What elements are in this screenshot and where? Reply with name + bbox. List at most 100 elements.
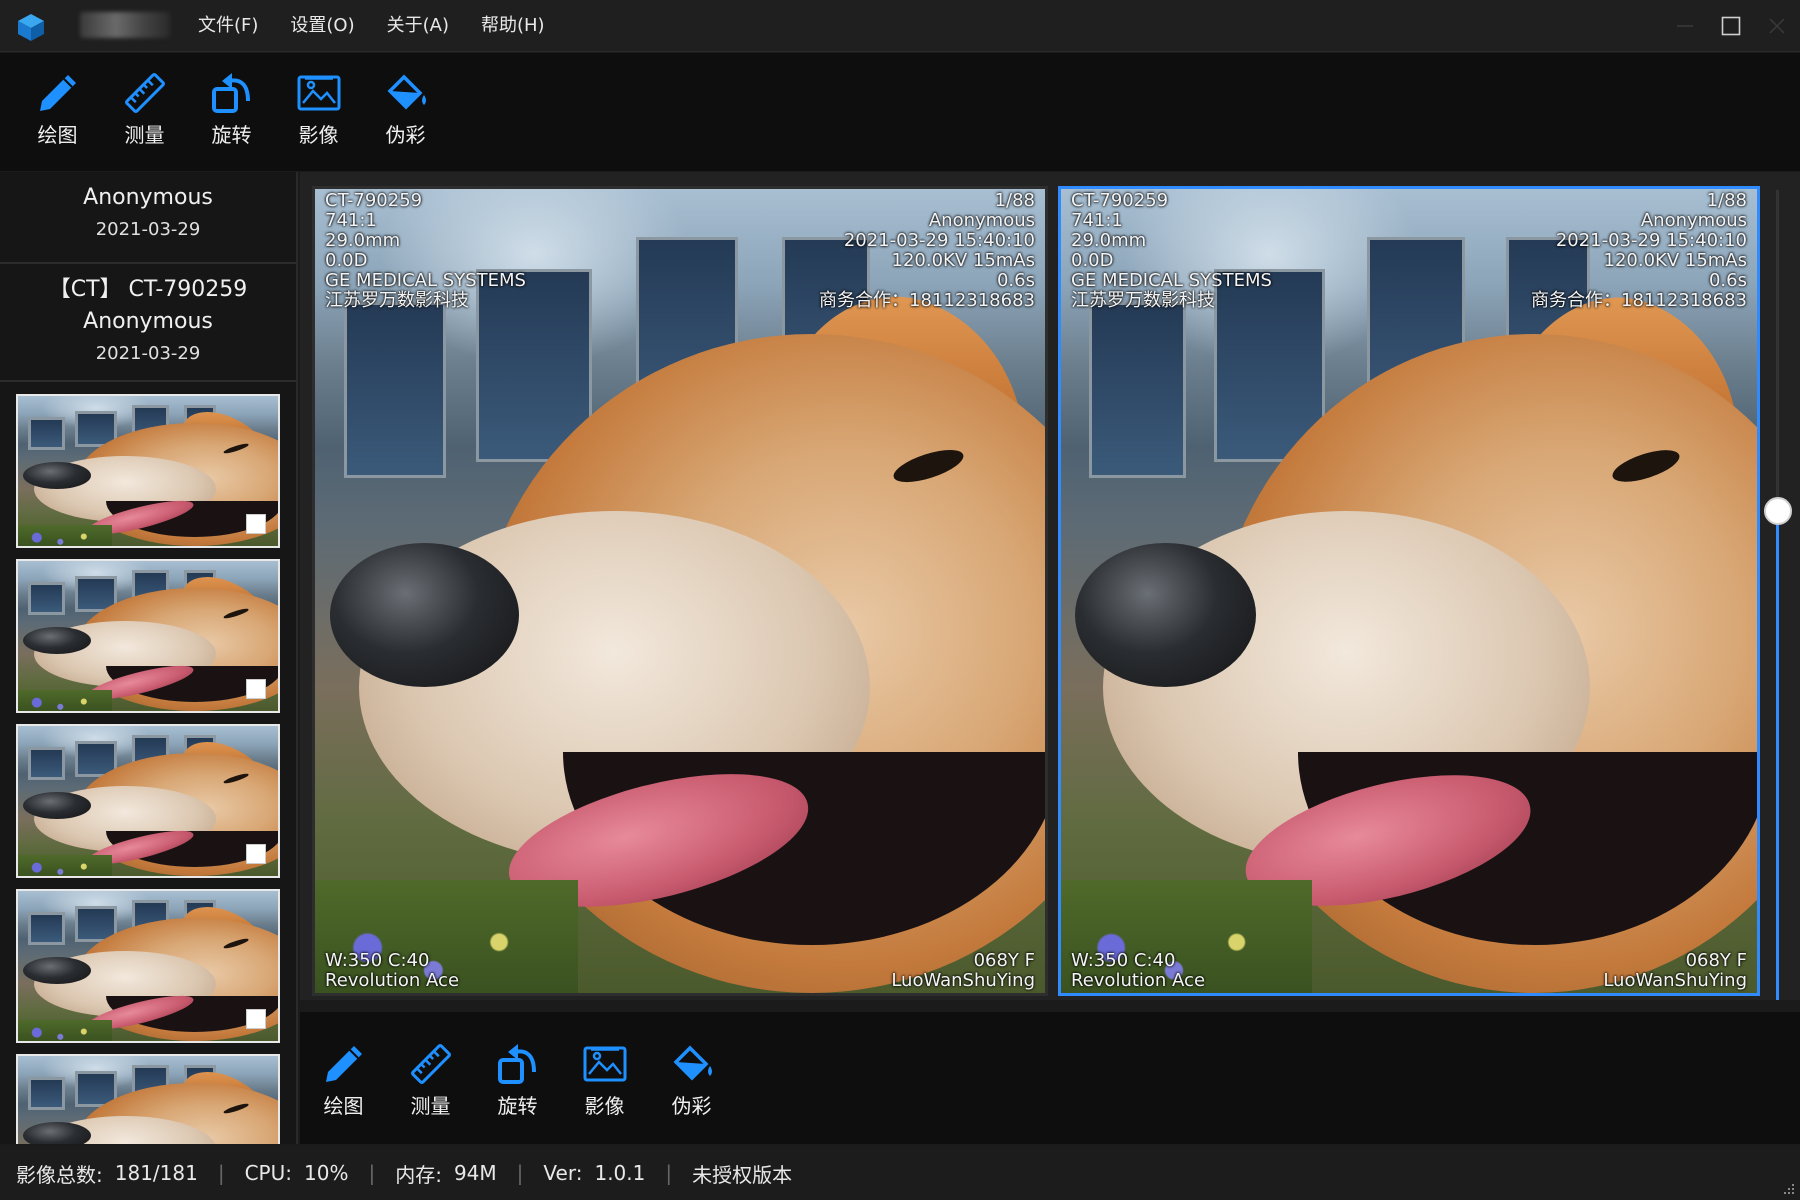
viewer-tool-button[interactable]: 测量: [387, 1040, 474, 1144]
overlay-bottom-right: 068Y F LuoWanShuYing: [1603, 951, 1747, 991]
top-tool-button[interactable]: 伪彩: [362, 69, 449, 171]
patient-header[interactable]: Anonymous 2021-03-29: [0, 172, 296, 264]
patient-name: Anonymous: [83, 185, 213, 210]
top-tool-button[interactable]: 旋转: [188, 69, 275, 171]
pencil-icon: [325, 1046, 362, 1082]
series-title: 【CT】 CT-790259: [48, 277, 248, 302]
resize-grip-icon[interactable]: [1780, 1180, 1796, 1196]
overlay-top-left-line: 江苏罗万数影科技: [325, 290, 469, 311]
menu-help[interactable]: 帮助(H): [465, 0, 561, 52]
close-button[interactable]: [1754, 0, 1800, 52]
tool-label: 测量: [410, 1094, 451, 1118]
overlay-top-right-line: 0.6s: [996, 270, 1035, 291]
menu-bar: 文件(F) 设置(O) 关于(A) 帮助(H): [182, 0, 561, 52]
thumbnail[interactable]: [16, 889, 280, 1043]
top-tool-button[interactable]: 测量: [101, 69, 188, 171]
thumbnail[interactable]: [16, 559, 280, 713]
overlay-top-right-line: 2021-03-29 15:40:10: [843, 230, 1035, 251]
overlay-top-right: 1/88 Anonymous 2021-03-29 15:40:10 120.0KV …: [819, 191, 1035, 311]
overlay-top-left-line: 29.0mm: [1071, 230, 1147, 251]
minimize-icon: [1677, 25, 1693, 27]
status-mem-value: 94M: [453, 1161, 497, 1185]
overlay-top-right-line: 2021-03-29 15:40:10: [1555, 230, 1747, 251]
viewer-tool-button[interactable]: 绘图: [300, 1040, 387, 1144]
thumbnail-checkbox[interactable]: [246, 1009, 266, 1029]
maximize-icon: [1721, 16, 1741, 36]
dog-image: [18, 726, 278, 876]
tool-label: 测量: [124, 123, 165, 147]
rotate-icon: [497, 1044, 536, 1084]
overlay-top-right-line: 商务合作：18112318683: [1531, 290, 1747, 311]
overlay-top-right-line: 120.0KV 15mAs: [891, 250, 1036, 271]
overlay-bottom-right-line: 068Y F: [1685, 950, 1747, 971]
status-divider: |: [368, 1161, 376, 1185]
status-license: 未授权版本: [692, 1159, 792, 1188]
overlay-top-left: CT-790259 741:1 29.0mm 0.0D GE MEDICAL SYSTE…: [1071, 191, 1272, 311]
viewport-right[interactable]: CT-790259 741:1 29.0mm 0.0D GE MEDICAL SYSTE…: [1058, 186, 1760, 996]
viewer-toolbar: 绘图 测量 旋转 影像 伪彩: [300, 1012, 1800, 1144]
status-ver-value: 1.0.1: [594, 1161, 646, 1185]
viewer-area: CT-790259 741:1 29.0mm 0.0D GE MEDICAL SYSTE…: [300, 172, 1800, 1000]
slider-thumb[interactable]: [1764, 496, 1792, 525]
overlay-top-right-line: 1/88: [994, 190, 1035, 211]
thumbnail[interactable]: [16, 1054, 280, 1144]
viewport-left[interactable]: CT-790259 741:1 29.0mm 0.0D GE MEDICAL SYSTE…: [312, 186, 1048, 996]
overlay-top-left-line: GE MEDICAL SYSTEMS: [325, 270, 526, 291]
thumbnail[interactable]: [16, 724, 280, 878]
slider-fill: [1776, 510, 1779, 1000]
overlay-top-right-line: Anonymous: [928, 210, 1035, 231]
overlay-bottom-right-line: 068Y F: [973, 950, 1035, 971]
overlay-bottom-right: 068Y F LuoWanShuYing: [891, 951, 1035, 991]
window-controls: [1662, 0, 1800, 52]
top-tool-button[interactable]: 影像: [275, 69, 362, 171]
status-divider: |: [516, 1161, 524, 1185]
dog-image: [18, 396, 278, 546]
thumbnail-checkbox[interactable]: [246, 844, 266, 864]
overlay-top-right: 1/88 Anonymous 2021-03-29 15:40:10 120.0KV …: [1531, 191, 1747, 311]
overlay-top-left-line: GE MEDICAL SYSTEMS: [1071, 270, 1272, 291]
status-total-label: 影像总数:: [16, 1162, 103, 1187]
overlay-top-right-line: 120.0KV 15mAs: [1603, 250, 1748, 271]
thumbnail[interactable]: [16, 394, 280, 548]
overlay-top-left: CT-790259 741:1 29.0mm 0.0D GE MEDICAL SYSTE…: [325, 191, 526, 311]
tool-label: 旋转: [497, 1094, 538, 1118]
thumbnail-checkbox[interactable]: [246, 514, 266, 534]
tool-label: 绘图: [323, 1094, 364, 1118]
overlay-bottom-left-line: Revolution Ace: [325, 970, 460, 991]
frame-slider[interactable]: [1764, 190, 1792, 1000]
overlay-top-right-line: 1/88: [1706, 190, 1747, 211]
status-memory: 内存: 94M: [395, 1159, 496, 1188]
status-license-text: 未授权版本: [692, 1162, 793, 1187]
overlay-top-left-line: 0.0D: [1071, 250, 1114, 271]
minimize-button[interactable]: [1662, 0, 1708, 52]
overlay-bottom-right-line: LuoWanShuYing: [891, 970, 1035, 991]
menu-file[interactable]: 文件(F): [182, 0, 274, 52]
paint-bucket-icon: [387, 74, 426, 110]
series-panel: Anonymous 2021-03-29 【CT】 CT-790259 Anon…: [0, 172, 298, 1144]
overlay-bottom-left: W:350 C:40 Revolution Ace: [1071, 951, 1205, 991]
series-header[interactable]: 【CT】 CT-790259 Anonymous 2021-03-29: [0, 264, 296, 382]
thumbnail-checkbox[interactable]: [246, 679, 266, 699]
menu-settings[interactable]: 设置(O): [274, 0, 370, 52]
dog-image: [18, 561, 278, 711]
viewer-tool-button[interactable]: 伪彩: [648, 1040, 735, 1144]
rotate-icon: [211, 73, 250, 113]
series-date: 2021-03-29: [95, 343, 201, 364]
overlay-top-left-line: CT-790259: [325, 190, 423, 211]
overlay-top-left-line: CT-790259: [1071, 190, 1169, 211]
cube-logo-icon: [18, 14, 44, 41]
viewer-tool-button[interactable]: 旋转: [474, 1040, 561, 1144]
viewer-tool-button[interactable]: 影像: [561, 1040, 648, 1144]
top-tool-button[interactable]: 绘图: [14, 69, 101, 171]
dog-image: [18, 1056, 278, 1144]
menu-about[interactable]: 关于(A): [371, 0, 465, 52]
app-title: L: [80, 12, 170, 38]
status-divider: |: [665, 1161, 673, 1185]
patient-date: 2021-03-29: [95, 219, 201, 240]
status-bar: 影像总数: 181/181 | CPU: 10% | 内存: 94M | Ver…: [0, 1146, 1800, 1200]
overlay-bottom-left-line: W:350 C:40: [1071, 950, 1176, 971]
status-mem-label: 内存:: [395, 1162, 442, 1187]
maximize-button[interactable]: [1708, 0, 1754, 52]
overlay-top-left-line: 29.0mm: [325, 230, 401, 251]
overlay-bottom-right-line: LuoWanShuYing: [1603, 970, 1747, 991]
